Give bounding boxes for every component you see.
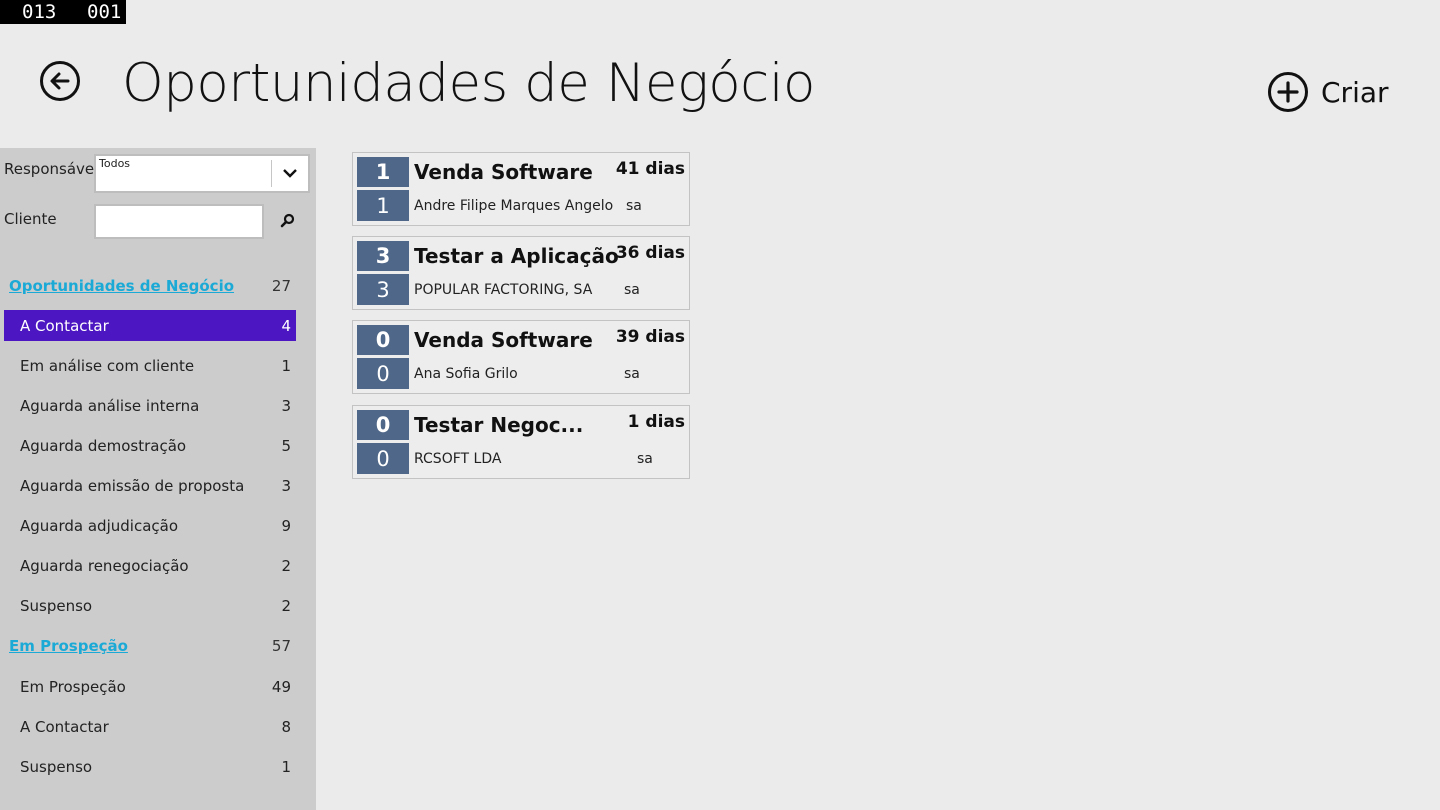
- card-client: Ana Sofia Grilo: [414, 366, 518, 382]
- sidebar-item-label: A Contactar: [20, 717, 109, 736]
- sidebar-item-count: 8: [281, 717, 291, 736]
- counter-right: 001: [87, 1, 122, 23]
- page-title: Oportunidades de Negócio: [122, 53, 815, 114]
- sidebar-item-count: 2: [281, 596, 291, 615]
- responsavel-label: Responsável: [4, 160, 99, 178]
- sidebar-item-count: 4: [281, 316, 291, 335]
- card-user: sa: [624, 282, 640, 298]
- chevron-down-icon: [283, 169, 297, 178]
- sidebar-item-aguarda-demostracao[interactable]: Aguarda demostração 5: [4, 430, 296, 461]
- sidebar-item-aguarda-adjudicacao[interactable]: Aguarda adjudicação 9: [4, 510, 296, 541]
- sidebar-item-aguarda-analise-interna[interactable]: Aguarda análise interna 3: [4, 390, 296, 421]
- card-days: 36 dias: [615, 243, 685, 263]
- opportunity-card[interactable]: 1 1 Venda Software 41 dias Andre Filipe …: [352, 152, 690, 226]
- sidebar-item-label: Aguarda adjudicação: [20, 516, 178, 535]
- card-user: sa: [637, 451, 653, 467]
- opportunity-card[interactable]: 3 3 Testar a Aplicação 36 dias POPULAR F…: [352, 236, 690, 310]
- plus-circle-icon: [1268, 72, 1308, 112]
- create-button[interactable]: Criar: [1268, 72, 1389, 112]
- responsavel-select-value: Todos: [99, 157, 131, 170]
- sidebar-item-em-prospecao[interactable]: Em Prospeção 49: [4, 671, 296, 702]
- sidebar-item-label: Em análise com cliente: [20, 356, 195, 375]
- card-days: 39 dias: [615, 327, 685, 347]
- sidebar-item-label: Aguarda análise interna: [20, 396, 200, 415]
- sidebar-item-suspenso-prospecao[interactable]: Suspenso 1: [4, 751, 296, 782]
- card-title: Testar a Aplicação: [414, 244, 619, 268]
- sidebar-item-em-analise-com-cliente[interactable]: Em análise com cliente 1: [4, 350, 296, 381]
- card-title: Venda Software: [414, 328, 593, 352]
- sidebar-item-label: Suspenso: [20, 757, 93, 776]
- sidebar-item-label: A Contactar: [20, 316, 109, 335]
- sidebar-item-count: 9: [281, 516, 291, 535]
- card-title: Testar Negoc...: [414, 413, 584, 437]
- create-label: Criar: [1321, 75, 1389, 109]
- counter-left: 013: [22, 1, 57, 23]
- sidebar-item-label: Suspenso: [20, 596, 93, 615]
- card-badge-bottom: 3: [357, 274, 409, 305]
- card-client: Andre Filipe Marques Angelo: [414, 198, 614, 214]
- cliente-label: Cliente: [4, 210, 57, 228]
- sidebar-item-label: Aguarda emissão de proposta: [20, 476, 245, 495]
- back-button[interactable]: [40, 61, 80, 101]
- card-days: 41 dias: [615, 159, 685, 179]
- card-days: 1 dias: [627, 412, 685, 432]
- search-icon[interactable]: [280, 213, 296, 229]
- corner-counter: 013 001: [0, 0, 126, 24]
- sidebar-item-count: 3: [281, 396, 291, 415]
- sidebar-item-aguarda-renegociacao[interactable]: Aguarda renegociação 2: [4, 550, 296, 581]
- card-client: POPULAR FACTORING, SA: [414, 282, 593, 298]
- sidebar-item-label: Em Prospeção: [20, 677, 126, 696]
- sidebar-item-suspenso[interactable]: Suspenso 2: [4, 590, 296, 621]
- card-user: sa: [626, 198, 642, 214]
- card-client: RCSOFT LDA: [414, 451, 502, 467]
- responsavel-select[interactable]: Todos: [94, 154, 310, 193]
- card-title: Venda Software: [414, 160, 593, 184]
- opportunity-card[interactable]: 0 0 Venda Software 39 dias Ana Sofia Gri…: [352, 320, 690, 394]
- card-badge-bottom: 0: [357, 443, 409, 474]
- sidebar-item-a-contactar-prospecao[interactable]: A Contactar 8: [4, 711, 296, 742]
- card-badge-top: 0: [357, 410, 409, 440]
- arrow-left-icon: [50, 72, 70, 90]
- group-em-prospecao[interactable]: Em Prospeção 57: [9, 634, 293, 658]
- sidebar: Responsável Todos Cliente Oportunidades …: [0, 148, 316, 810]
- sidebar-item-count: 3: [281, 476, 291, 495]
- sidebar-item-label: Aguarda demostração: [20, 436, 187, 455]
- group-title[interactable]: Oportunidades de Negócio: [9, 277, 234, 295]
- group-count: 57: [271, 637, 291, 655]
- sidebar-item-count: 1: [281, 356, 291, 375]
- group-title[interactable]: Em Prospeção: [9, 637, 128, 655]
- card-badge-bottom: 0: [357, 358, 409, 389]
- group-oportunidades-de-negocio[interactable]: Oportunidades de Negócio 27: [9, 274, 293, 298]
- card-badge-top: 3: [357, 241, 409, 271]
- group-count: 27: [271, 277, 291, 295]
- sidebar-item-count: 5: [281, 436, 291, 455]
- sidebar-item-count: 2: [281, 556, 291, 575]
- sidebar-item-count: 49: [271, 677, 291, 696]
- sidebar-item-label: Aguarda renegociação: [20, 556, 189, 575]
- card-user: sa: [624, 366, 640, 382]
- sidebar-item-count: 1: [281, 757, 291, 776]
- sidebar-item-a-contactar[interactable]: A Contactar 4: [4, 310, 296, 341]
- card-badge-top: 1: [357, 157, 409, 187]
- card-badge-bottom: 1: [357, 190, 409, 221]
- cliente-input[interactable]: [94, 204, 264, 239]
- select-divider: [271, 160, 272, 187]
- sidebar-item-aguarda-emissao-de-proposta[interactable]: Aguarda emissão de proposta 3: [4, 470, 296, 501]
- opportunity-card[interactable]: 0 0 Testar Negoc... 1 dias RCSOFT LDA sa: [352, 405, 690, 479]
- card-badge-top: 0: [357, 325, 409, 355]
